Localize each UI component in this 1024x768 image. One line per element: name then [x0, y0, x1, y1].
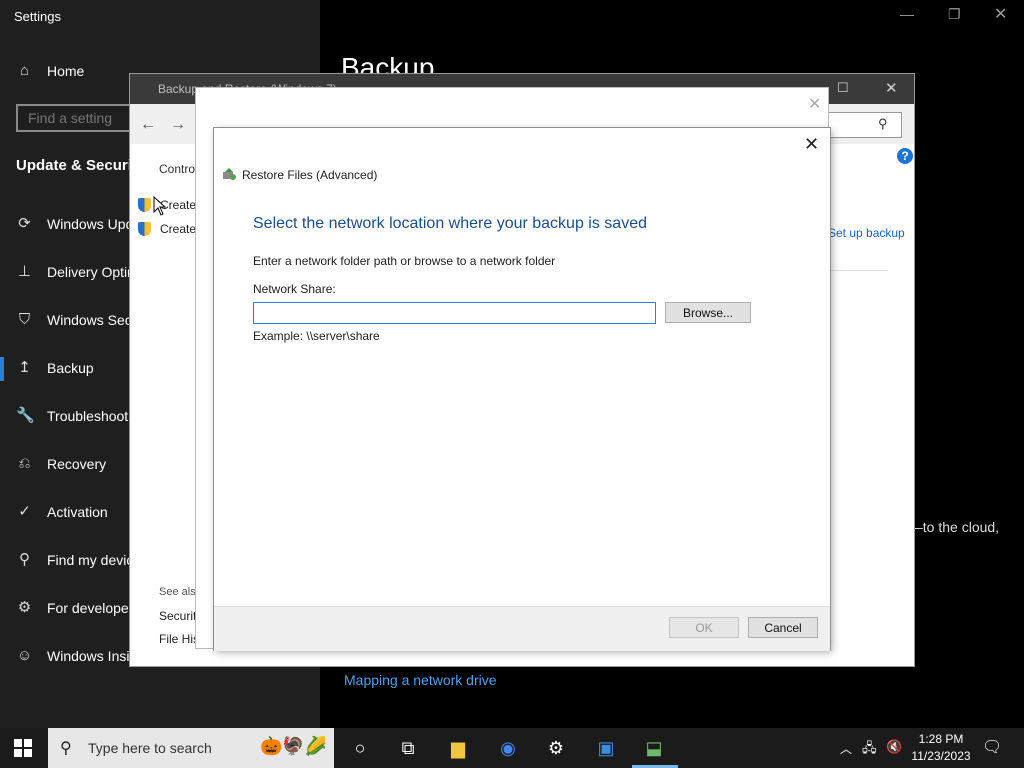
nav-label: Troubleshoot	[47, 407, 129, 424]
nav-label: Backup	[47, 359, 94, 376]
nav-find-my-device[interactable]: ⚲ Find my device	[16, 551, 141, 568]
nav-backup[interactable]: ↥ Backup	[16, 359, 94, 376]
task-view-icon[interactable]: ⧉	[396, 736, 420, 760]
developer-icon: ⚙	[17, 599, 32, 616]
cortana-icon[interactable]: ○	[348, 736, 372, 760]
windows-start-icon[interactable]	[14, 739, 32, 757]
back-arrow-icon[interactable]: ←	[140, 116, 156, 134]
person-pin-icon: ⚲	[19, 551, 30, 568]
search-icon: ⚲	[60, 740, 72, 757]
close-icon[interactable]: ✕	[808, 94, 821, 114]
backup-restore-icon[interactable]: ⬓	[642, 736, 666, 760]
help-icon[interactable]: ?	[897, 148, 913, 164]
dialog-instruction: Enter a network folder path or browse to…	[253, 254, 556, 268]
chrome-icon[interactable]: ◉	[496, 736, 520, 760]
nav-label: Recovery	[47, 455, 107, 472]
nav-activation[interactable]: ✓ Activation	[16, 503, 108, 520]
nav-label: Find my device	[47, 551, 142, 568]
nav-recovery[interactable]: ⎌ Recovery	[16, 455, 106, 472]
close-icon[interactable]: ✕	[994, 4, 1007, 24]
ok-button[interactable]: OK	[669, 617, 739, 638]
nav-home-label: Home	[47, 62, 85, 79]
mapping-network-drive-link[interactable]: Mapping a network drive	[344, 672, 497, 688]
search-icon[interactable]: ⚲	[878, 116, 888, 132]
description-text: –to the cloud,	[915, 519, 1000, 535]
nav-active-indicator	[0, 357, 4, 381]
backup-arrow-icon: ↥	[18, 359, 31, 376]
example-text: Example: \\server\share	[253, 329, 380, 343]
nav-for-developers[interactable]: ⚙ For developers	[16, 599, 141, 616]
uac-shield-icon	[138, 222, 151, 236]
restore-files-dialog: ✕ Restore Files (Advanced) Select the ne…	[214, 128, 830, 651]
nav-label: For developers	[47, 599, 141, 616]
delivery-icon: ⊥	[17, 263, 32, 280]
search-input[interactable]	[820, 112, 902, 138]
sync-icon: ⟳	[18, 215, 31, 232]
insider-icon: ☺	[16, 647, 33, 664]
nav-troubleshoot[interactable]: 🔧 Troubleshoot	[16, 407, 128, 424]
settings-gear-icon[interactable]: ⚙	[544, 736, 568, 760]
check-circle-icon: ✓	[18, 503, 31, 520]
close-icon[interactable]: ✕	[804, 134, 819, 155]
dialog-title: Restore Files (Advanced)	[242, 168, 378, 182]
recovery-icon: ⎌	[18, 455, 31, 472]
dialog-heading: Select the network location where your b…	[253, 215, 647, 232]
minimize-icon[interactable]: —	[900, 6, 914, 22]
nav-home[interactable]: ⌂ Home	[16, 62, 84, 79]
forward-arrow-icon[interactable]: →	[170, 116, 186, 134]
wrench-icon: 🔧	[16, 407, 35, 424]
clock-date[interactable]: 11/23/2023	[906, 749, 976, 763]
set-up-backup-link[interactable]: Set up backup	[828, 226, 905, 240]
settings-title: Settings	[14, 9, 61, 24]
shield-icon: ⛉	[18, 311, 31, 328]
mouse-cursor-icon	[153, 196, 167, 216]
restore-icon[interactable]: ❐	[948, 6, 961, 23]
control-panel-icon[interactable]: ▣	[594, 736, 618, 760]
uac-shield-icon	[138, 198, 151, 212]
file-explorer-icon[interactable]: ▆	[446, 736, 470, 760]
clock-time[interactable]: 1:28 PM	[914, 732, 968, 746]
divider	[828, 270, 888, 271]
network-icon[interactable]: 🖧	[862, 739, 877, 761]
maximize-icon[interactable]: ☐	[837, 80, 849, 96]
volume-muted-icon[interactable]: 🔇	[886, 739, 902, 755]
network-share-label: Network Share:	[253, 282, 336, 296]
close-icon[interactable]: ✕	[885, 79, 898, 97]
home-icon: ⌂	[19, 62, 30, 79]
restore-files-icon	[223, 168, 236, 180]
network-share-input[interactable]	[253, 302, 656, 324]
section-title: Update & Security	[16, 157, 146, 174]
chevron-up-icon[interactable]: ︿	[840, 740, 852, 757]
taskbar-search-placeholder: Type here to search	[88, 740, 212, 756]
notification-icon[interactable]: 🗨	[982, 737, 1002, 757]
nav-label: Activation	[47, 503, 108, 520]
search-highlight-icon: 🎃🦃🌽	[260, 736, 328, 756]
browse-button[interactable]: Browse...	[665, 302, 751, 323]
cancel-button[interactable]: Cancel	[748, 617, 818, 638]
